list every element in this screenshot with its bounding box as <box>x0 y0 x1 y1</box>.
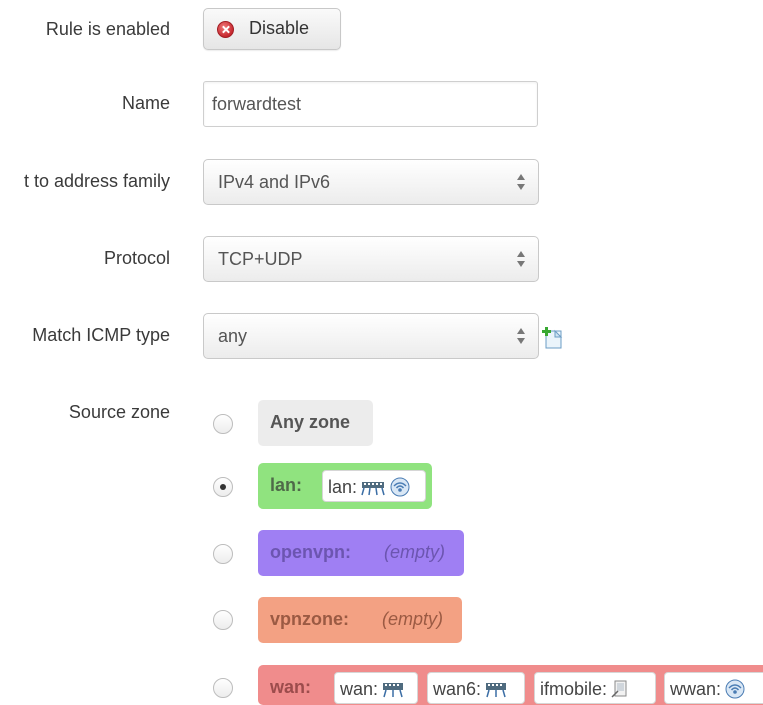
zone-member-wan6: wan6: <box>427 672 525 704</box>
zone-name: wan: <box>270 677 312 697</box>
zone-member-wwan: wwan: <box>664 672 763 704</box>
zone-member-label: ifmobile: <box>540 679 608 699</box>
zone-lan[interactable]: lan: lan: <box>258 463 432 509</box>
icmp-label: Match ICMP type <box>32 325 170 345</box>
zone-member-label: wan6: <box>433 679 482 699</box>
zone-empty-text: (empty) <box>384 542 446 562</box>
zone-any[interactable]: Any zone <box>258 400 373 446</box>
zone-name: lan: <box>270 475 303 495</box>
zone-member-label: wan: <box>340 679 379 699</box>
radio-lan[interactable] <box>213 477 233 497</box>
zone-empty-text: (empty) <box>382 609 444 629</box>
radio-vpnzone[interactable] <box>213 610 233 630</box>
ethernet-port-icon <box>383 683 404 698</box>
radio-any-zone[interactable] <box>213 414 233 434</box>
zone-member-ifmobile: ifmobile: <box>534 672 656 704</box>
zone-vpnzone[interactable]: vpnzone: (empty) <box>258 597 462 643</box>
icmp-row: Match ICMP type any <box>0 0 763 365</box>
wifi-icon <box>725 679 745 699</box>
add-item-icon[interactable] <box>541 326 565 350</box>
zone-wan[interactable]: wan: wan: wan6: ifmobile: wwan: <box>258 665 763 705</box>
source-zone-label: Source zone <box>68 402 170 422</box>
zone-member-wan: wan: <box>334 672 418 704</box>
zone-member-lan: lan: <box>322 470 426 502</box>
zone-member-label: lan: <box>328 477 358 497</box>
wifi-icon <box>390 477 410 497</box>
network-switch-icon <box>361 482 385 496</box>
ethernet-port-icon <box>486 683 507 698</box>
icmp-select[interactable]: any <box>203 313 539 359</box>
select-arrows-icon <box>516 328 526 346</box>
radio-openvpn[interactable] <box>213 544 233 564</box>
device-icon <box>611 680 627 698</box>
icmp-select-value: any <box>218 326 248 346</box>
zone-name: openvpn: <box>270 542 351 562</box>
zone-member-label: wwan: <box>670 679 722 699</box>
zone-name: Any zone <box>270 412 351 432</box>
zone-openvpn[interactable]: openvpn: (empty) <box>258 530 464 576</box>
radio-wan[interactable] <box>213 678 233 698</box>
zone-name: vpnzone: <box>270 609 349 629</box>
